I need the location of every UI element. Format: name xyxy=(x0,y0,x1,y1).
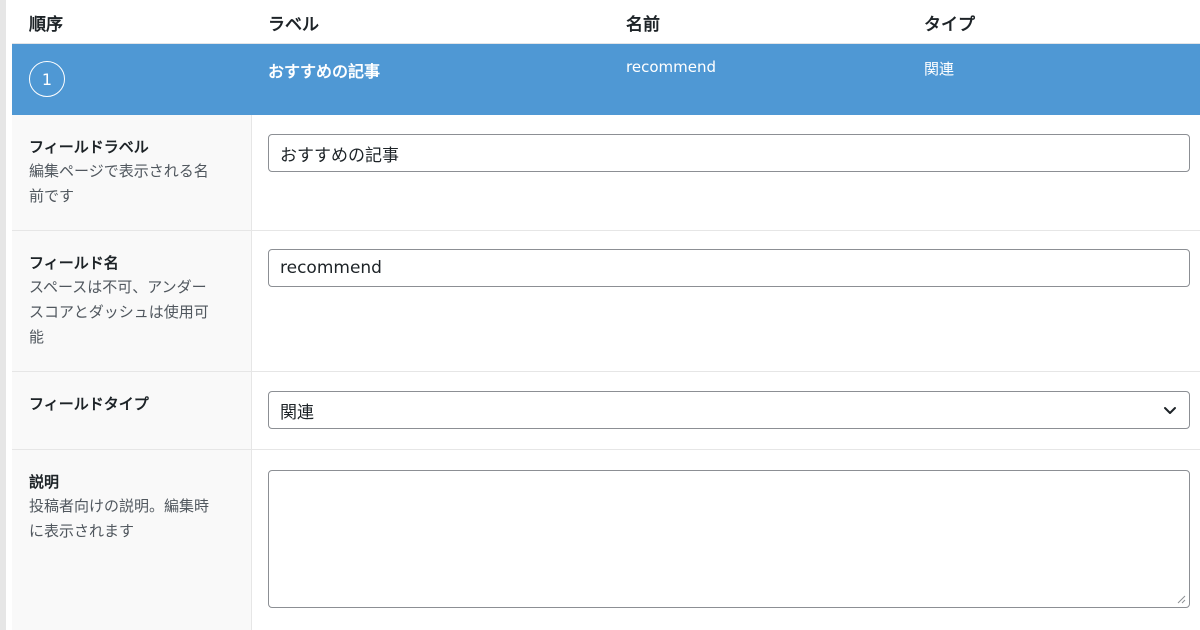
field-type-selected-value: 関連 xyxy=(280,402,314,423)
field-name-desc-3: 能 xyxy=(29,328,45,346)
instructions-title: 説明 xyxy=(29,473,60,491)
header-order: 順序 xyxy=(29,15,63,35)
setting-label-cell: フィールドラベル 編集ページで表示される名 前です xyxy=(12,115,252,230)
field-label-desc-1: 編集ページで表示される名 xyxy=(29,162,209,180)
field-label-title: フィールドラベル xyxy=(29,138,149,156)
setting-row-instructions: 説明 投稿者向けの説明。編集時 に表示されます xyxy=(12,450,1200,630)
field-type-title: フィールドタイプ xyxy=(29,395,149,413)
chevron-down-icon xyxy=(1164,407,1176,414)
field-type-select[interactable]: 関連 xyxy=(268,391,1190,429)
setting-label-cell: フィールドタイプ xyxy=(12,372,252,449)
setting-label-cell: 説明 投稿者向けの説明。編集時 に表示されます xyxy=(12,450,252,630)
field-name-desc-1: スペースは不可、アンダー xyxy=(29,278,207,296)
setting-row-field-name: フィールド名 スペースは不可、アンダー スコアとダッシュは使用可 能 recom… xyxy=(12,231,1200,372)
field-label-desc-2: 前です xyxy=(29,187,75,205)
field-label-input[interactable]: おすすめの記事 xyxy=(268,134,1190,172)
field-name-title: フィールド名 xyxy=(29,254,119,272)
field-row-label[interactable]: おすすめの記事 xyxy=(268,58,380,82)
instructions-desc-1: 投稿者向けの説明。編集時 xyxy=(29,497,210,515)
fields-table-header: 順序 ラベル 名前 タイプ xyxy=(12,0,1200,44)
field-row-name: recommend xyxy=(626,58,716,76)
header-label: ラベル xyxy=(268,15,319,35)
header-name: 名前 xyxy=(626,15,660,35)
field-order-badge[interactable]: 1 xyxy=(29,61,65,97)
instructions-desc-2: に表示されます xyxy=(29,522,135,540)
setting-label-cell: フィールド名 スペースは不可、アンダー スコアとダッシュは使用可 能 xyxy=(12,231,252,371)
field-name-input[interactable]: recommend xyxy=(268,249,1190,287)
setting-row-field-label: フィールドラベル 編集ページで表示される名 前です おすすめの記事 xyxy=(12,115,1200,231)
field-settings-table: フィールドラベル 編集ページで表示される名 前です おすすめの記事 フィールド名… xyxy=(12,115,1200,630)
resize-handle-icon[interactable] xyxy=(1176,594,1186,604)
field-row-selected[interactable]: 1 おすすめの記事 recommend 関連 xyxy=(12,44,1200,115)
field-row-type: 関連 xyxy=(924,60,955,78)
header-type: タイプ xyxy=(924,15,975,35)
field-name-desc-2: スコアとダッシュは使用可 xyxy=(29,303,209,321)
setting-row-field-type: フィールドタイプ 関連 xyxy=(12,372,1200,450)
field-editor: 順序 ラベル 名前 タイプ 1 おすすめの記事 recommend 関連 フィー… xyxy=(0,0,1200,630)
instructions-textarea[interactable] xyxy=(268,470,1190,608)
